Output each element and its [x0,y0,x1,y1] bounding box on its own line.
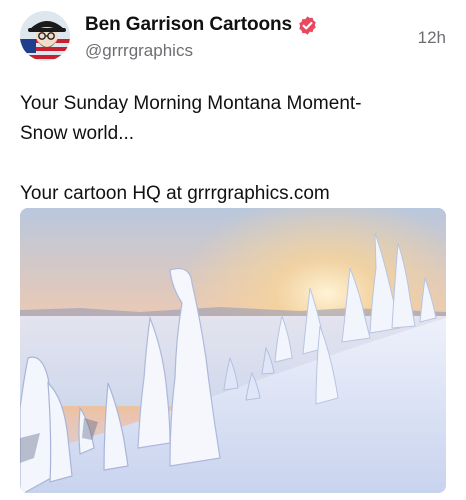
author-display-name[interactable]: Ben Garrison Cartoons [85,14,292,36]
post-photo[interactable] [20,208,446,493]
post-timestamp[interactable]: 12h [418,28,446,48]
post-text-line: Your cartoon HQ at grrrgraphics.com [20,183,330,204]
post-text-line: Snow world... [20,123,135,144]
snowy-mountain-sunrise-photo [20,208,446,493]
post-body-text: Your Sunday Morning Montana Moment- Snow… [20,89,450,209]
avatar-image [20,11,70,61]
post-card[interactable]: Ben Garrison Cartoons @grrrgraphics 12h … [0,0,466,500]
author-avatar[interactable] [20,11,70,61]
verified-badge-icon [297,15,318,36]
post-text-line: Your Sunday Morning Montana Moment- [20,93,362,114]
author-handle[interactable]: @grrrgraphics [85,41,193,61]
